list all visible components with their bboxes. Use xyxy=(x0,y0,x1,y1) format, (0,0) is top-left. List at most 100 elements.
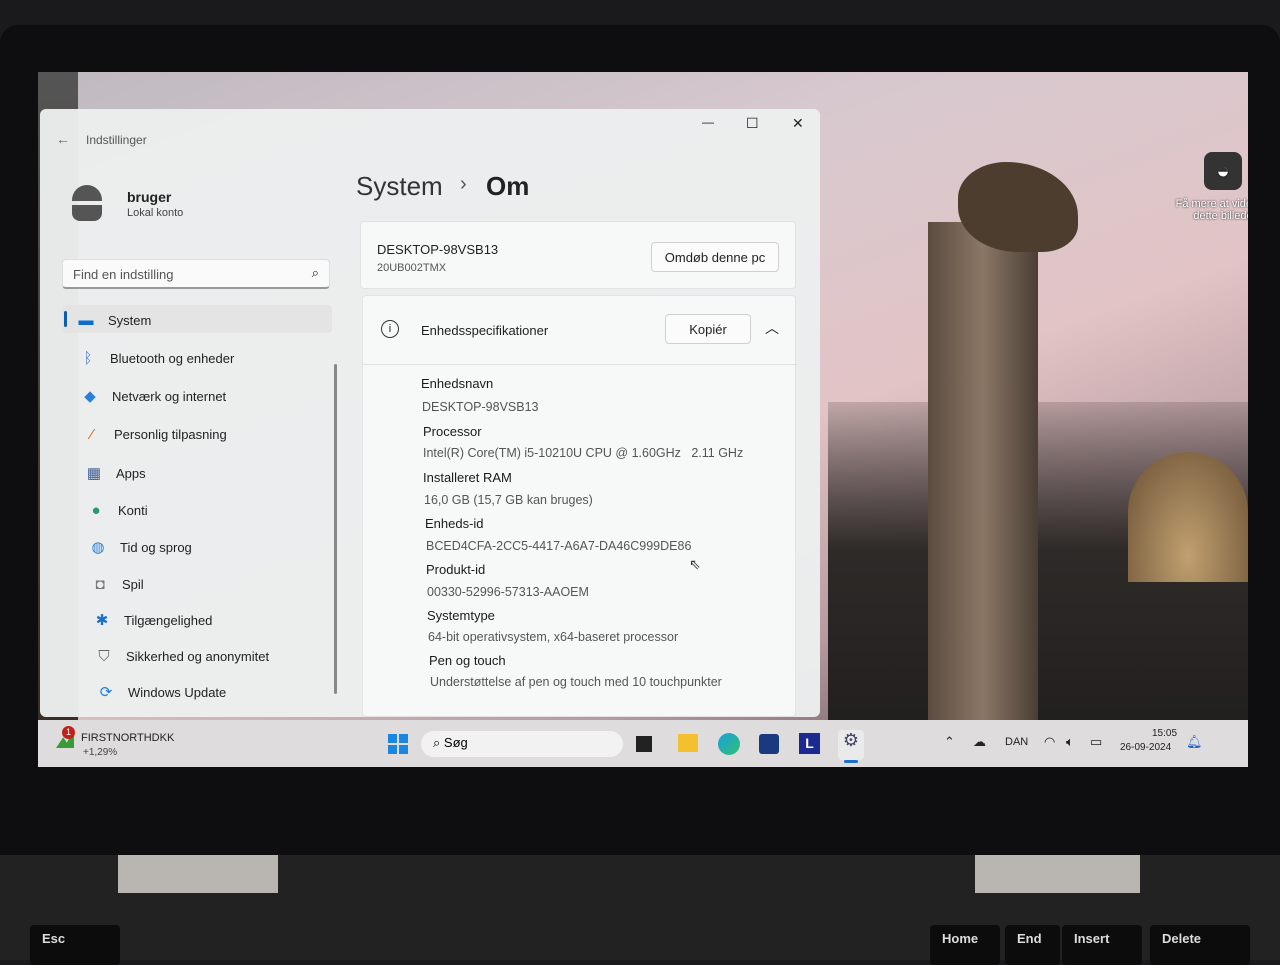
clock-date[interactable]: 26-09-2024 xyxy=(1120,742,1171,753)
taskbar-search-label: Søg xyxy=(443,735,468,750)
gamepad-icon: ◘ xyxy=(95,575,105,593)
specs-card: i Enhedsspecifikationer Kopiér ︿ Enhedsn… xyxy=(362,295,797,717)
copy-button[interactable]: Kopiér xyxy=(665,314,751,344)
sidebar-item-label: Bluetooth og enheder xyxy=(110,350,235,366)
spec-value: 16,0 GB (15,7 GB kan bruges) xyxy=(424,493,593,507)
search-input[interactable]: Find en indstilling ⌕ xyxy=(62,259,330,289)
sidebar-scrollbar[interactable] xyxy=(334,364,337,694)
image-info-icon: ◒ xyxy=(1204,152,1242,190)
spec-value: BCED4CFA-2CC5-4417-A6A7-DA46C999DE86 xyxy=(426,539,692,553)
rename-pc-button[interactable]: Omdøb denne pc xyxy=(651,242,779,272)
wallpaper-statue xyxy=(958,162,1078,252)
sidebar-item-time-language[interactable]: ◍ Tid og sprog xyxy=(88,532,192,562)
clock-time[interactable]: 15:05 xyxy=(1152,728,1177,739)
taskbar-search[interactable]: ⌕ Søg xyxy=(421,731,623,757)
chevron-up-icon[interactable]: ︿ xyxy=(765,318,779,338)
key-esc[interactable]: Esc xyxy=(30,925,120,965)
wallpaper-dome xyxy=(1128,452,1248,582)
sidebar-item-label: Personlig tilpasning xyxy=(114,426,227,442)
search-icon: ⌕ xyxy=(433,735,444,750)
sidebar-item-accounts[interactable]: ● Konti xyxy=(86,495,148,525)
sidebar-item-label: Apps xyxy=(116,465,146,481)
monitor-icon: ▬ xyxy=(78,311,94,329)
key-insert[interactable]: Insert xyxy=(1062,925,1142,965)
minimize-button[interactable]: — xyxy=(702,115,714,129)
spec-label: Produkt-id xyxy=(426,562,486,577)
windows-start-icon[interactable] xyxy=(388,734,408,754)
stock-widget-name[interactable]: FIRSTNORTHDKK xyxy=(81,732,174,744)
sidebar-item-gaming[interactable]: ◘ Spil xyxy=(90,569,144,599)
onedrive-off-icon[interactable]: ☁ xyxy=(973,734,986,750)
device-name: DESKTOP-98VSB13 xyxy=(377,242,499,257)
sidebar-item-label: Konti xyxy=(118,502,148,518)
chevron-up-icon[interactable]: ⌃ xyxy=(944,734,955,750)
store-icon[interactable] xyxy=(759,734,779,754)
spec-label: Enheds-id xyxy=(425,516,484,531)
hinge-right xyxy=(975,855,1140,893)
spec-value: DESKTOP-98VSB13 xyxy=(422,400,539,414)
specs-title: Enhedsspecifikationer xyxy=(421,323,549,338)
spec-label: Processor xyxy=(423,424,482,439)
sidebar-item-network[interactable]: ◆ Netværk og internet xyxy=(80,381,226,411)
spec-value: 00330-52996-57313-AAOEM xyxy=(427,585,589,599)
shield-icon: ⛉ xyxy=(98,647,110,665)
learn-more-wallpaper[interactable]: ◒ Få mere at vide om dette billede xyxy=(1168,152,1248,222)
settings-window: ← Indstillinger — ☐ ✕ bruger Lokal konto… xyxy=(40,109,820,717)
settings-app-icon[interactable]: ⚙ xyxy=(838,730,864,760)
hinge-left xyxy=(118,855,278,893)
sidebar-item-label: System xyxy=(108,312,152,328)
apps-icon: ▦ xyxy=(86,465,102,482)
language-indicator[interactable]: DAN xyxy=(1005,736,1028,748)
wifi-icon[interactable]: ◠ xyxy=(1044,734,1055,750)
back-arrow-icon[interactable]: ← xyxy=(56,131,70,147)
task-view-icon[interactable] xyxy=(636,736,652,752)
spec-label: Pen og touch xyxy=(429,653,506,668)
info-icon: i xyxy=(381,320,399,338)
key-end[interactable]: End xyxy=(1005,925,1060,965)
avatar xyxy=(72,185,102,221)
update-icon: ⟳ xyxy=(99,684,113,701)
sidebar-item-label: Tilgængelighed xyxy=(124,612,213,628)
sidebar-item-label: Tid og sprog xyxy=(120,539,192,555)
maximize-button[interactable]: ☐ xyxy=(746,115,759,132)
account-type: Lokal konto xyxy=(127,207,184,219)
accessibility-icon: ✱ xyxy=(95,612,109,629)
spec-value: Intel(R) Core(TM) i5-10210U CPU @ 1.60GH… xyxy=(423,446,744,460)
sidebar-item-personalization[interactable]: ⁄ Personlig tilpasning xyxy=(82,419,227,449)
sidebar-item-system[interactable]: ▬ System xyxy=(76,305,152,335)
stock-widget-change: +1,29% xyxy=(83,747,118,758)
key-delete[interactable]: Delete xyxy=(1150,925,1250,965)
sidebar-item-label: Sikkerhed og anonymitet xyxy=(126,648,270,664)
sidebar-item-label: Spil xyxy=(122,576,144,592)
spec-value: 64-bit operativsystem, x64-baseret proce… xyxy=(428,630,679,644)
notification-bell-icon[interactable]: 🔔︎ xyxy=(1186,734,1203,750)
device-card: DESKTOP-98VSB13 20UB002TMX Omdøb denne p… xyxy=(360,221,796,289)
file-explorer-icon[interactable] xyxy=(678,734,698,752)
spec-label: Installeret RAM xyxy=(423,470,512,485)
notification-badge: 1 xyxy=(62,726,75,739)
person-icon: ● xyxy=(91,501,101,519)
wifi-icon: ◆ xyxy=(84,388,96,405)
mouse-cursor-icon: ⇖ xyxy=(689,556,701,572)
breadcrumb-separator: › xyxy=(460,173,467,195)
sidebar-item-label: Netværk og internet xyxy=(112,388,227,404)
sidebar-item-accessibility[interactable]: ✱ Tilgængelighed xyxy=(92,605,213,635)
divider xyxy=(363,364,797,365)
battery-icon[interactable]: ▭ xyxy=(1090,734,1102,750)
edge-icon[interactable] xyxy=(718,733,740,755)
selection-indicator xyxy=(64,311,67,327)
sidebar-item-bluetooth[interactable]: ᛒ Bluetooth og enheder xyxy=(78,343,234,373)
active-app-indicator xyxy=(844,760,858,763)
breadcrumb-parent[interactable]: System xyxy=(356,171,443,202)
l-app-icon[interactable]: L xyxy=(799,733,820,754)
brush-icon: ⁄ xyxy=(90,425,94,443)
sidebar-item-privacy[interactable]: ⛉ Sikkerhed og anonymitet xyxy=(94,641,269,671)
sidebar-item-apps[interactable]: ▦ Apps xyxy=(84,458,146,488)
bluetooth-icon: ᛒ xyxy=(83,349,93,367)
screen: ◒ Få mere at vide om dette billede ← Ind… xyxy=(38,72,1248,767)
sidebar-item-windows-update[interactable]: ⟳ Windows Update xyxy=(96,677,227,707)
close-button[interactable]: ✕ xyxy=(792,115,804,132)
volume-icon[interactable]: 🔈︎ xyxy=(1066,734,1074,750)
sidebar-item-label: Windows Update xyxy=(128,684,227,700)
key-home[interactable]: Home xyxy=(930,925,1000,965)
